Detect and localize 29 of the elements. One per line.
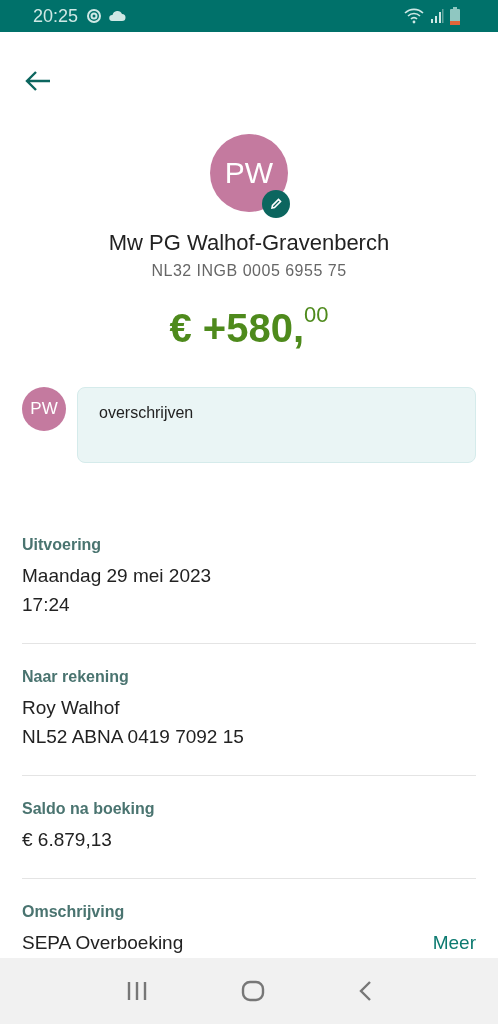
pencil-icon xyxy=(269,197,283,211)
sync-icon xyxy=(86,8,103,24)
detail-value: SEPA Overboeking xyxy=(22,931,184,955)
wifi-icon xyxy=(404,8,424,24)
cloud-icon xyxy=(108,10,127,22)
contact-name: Mw PG Walhof-Gravenberch xyxy=(107,230,391,256)
detail-value: Maandag 29 mei 2023 xyxy=(22,564,212,588)
sender-avatar: PW xyxy=(22,387,66,431)
detail-value: 17:24 xyxy=(22,593,70,617)
home-icon[interactable] xyxy=(241,980,265,1002)
more-link[interactable]: Meer xyxy=(432,932,476,954)
detail-label: Saldo na boeking xyxy=(22,800,156,818)
contact-avatar: PW xyxy=(210,134,288,212)
contact-iban: NL32 INGB 0005 6955 75 xyxy=(150,262,348,280)
detail-label: Uitvoering xyxy=(22,536,103,554)
recent-apps-icon[interactable] xyxy=(126,981,149,1001)
back-icon[interactable] xyxy=(357,980,372,1002)
detail-value: NL52 ABNA 0419 7092 15 xyxy=(22,725,244,749)
back-button[interactable] xyxy=(24,69,52,93)
status-time: 20:25 xyxy=(33,5,79,27)
detail-label: Omschrijving xyxy=(22,903,126,921)
detail-label: Naar rekening xyxy=(22,668,130,686)
amount: € +580,$^{00}$ xyxy=(169,306,329,351)
signal-icon xyxy=(430,9,444,23)
battery-icon xyxy=(450,7,460,25)
detail-value: Roy Walhof xyxy=(22,696,120,720)
edit-button[interactable] xyxy=(262,190,290,218)
detail-value: € 6.879,13 xyxy=(22,828,112,852)
message-text: overschrijven xyxy=(99,404,194,421)
